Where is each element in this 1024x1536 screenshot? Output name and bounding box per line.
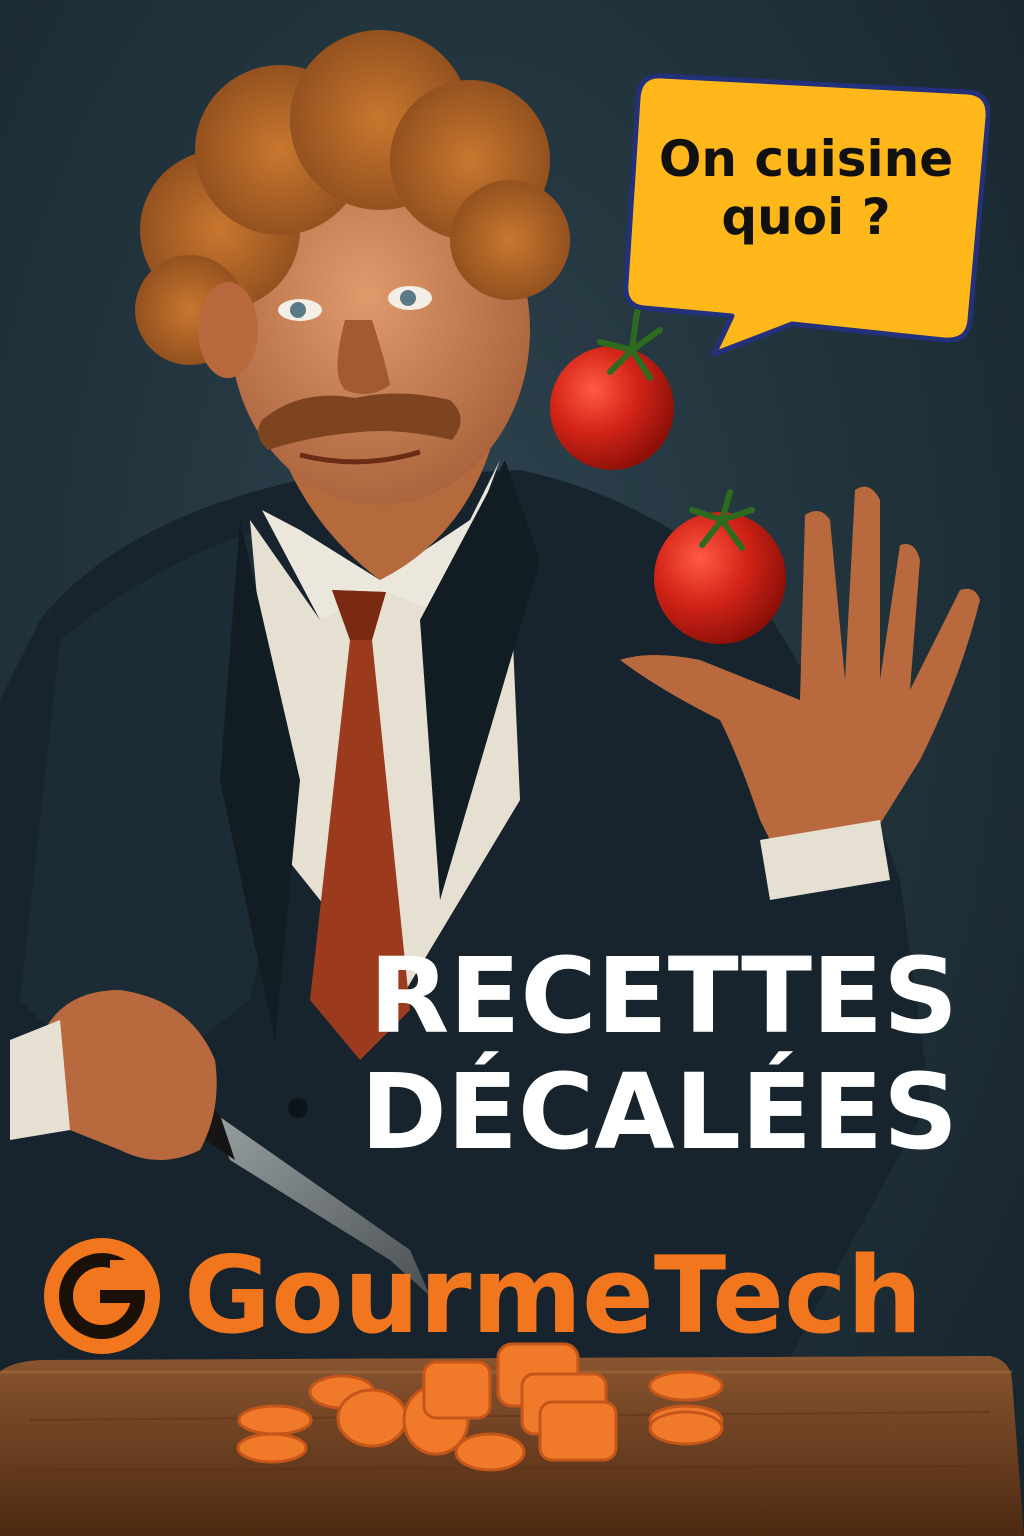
brand-lockup: GourmeTech: [40, 1236, 922, 1356]
headline-line-2: DÉCALÉES: [360, 1051, 958, 1173]
brand-name: GourmeTech: [184, 1234, 923, 1357]
poster: On cuisine quoi ? RECETTES DÉCALÉES Gour…: [0, 0, 1024, 1536]
tomato-lower: [654, 489, 786, 644]
headline-line-1: RECETTES: [369, 935, 958, 1057]
gourmetech-logo-icon: [44, 1238, 160, 1354]
speech-bubble-text: On cuisine quoi ?: [658, 130, 954, 246]
speech-bubble: On cuisine quoi ?: [622, 72, 990, 357]
headline: RECETTES DÉCALÉES: [361, 938, 958, 1170]
